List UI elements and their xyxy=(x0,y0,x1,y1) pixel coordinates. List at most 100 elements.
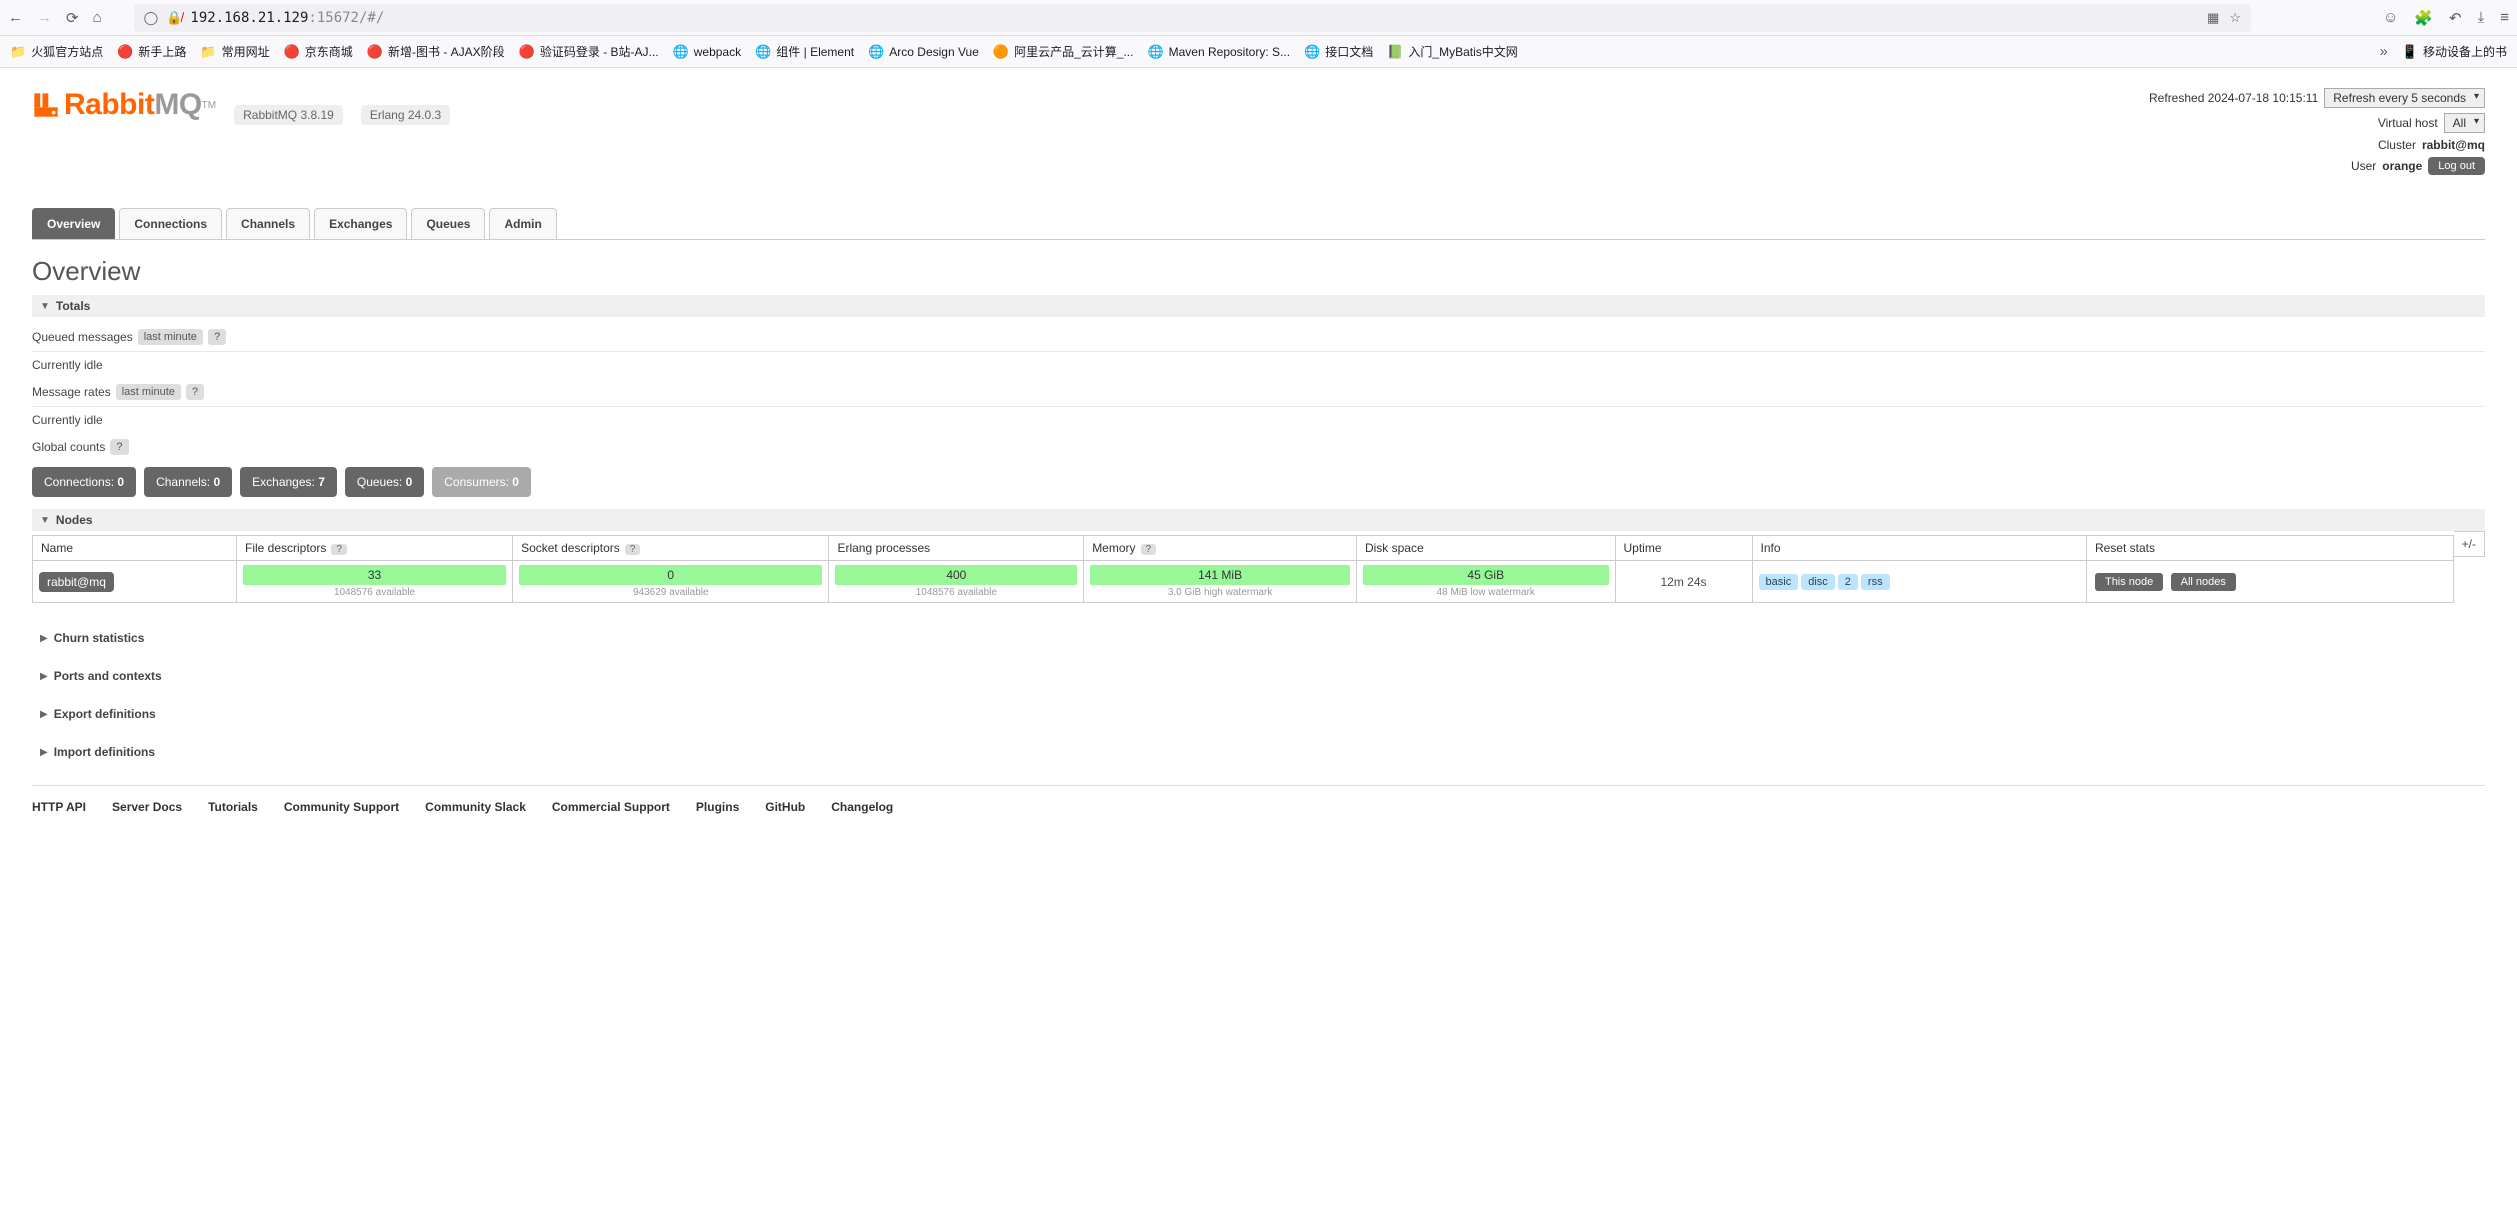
footer-link-github[interactable]: GitHub xyxy=(765,800,805,814)
reload-icon[interactable]: ⟳ xyxy=(66,9,79,27)
global-help-icon[interactable]: ? xyxy=(110,439,128,455)
bookmark-overflow-icon[interactable]: » xyxy=(2379,43,2387,60)
footer-link-server-docs[interactable]: Server Docs xyxy=(112,800,182,814)
bookmark-icon: 🔴 xyxy=(519,44,535,60)
bookmark-item[interactable]: 🌐Arco Design Vue xyxy=(868,44,979,60)
info-tag: 2 xyxy=(1838,574,1858,590)
th-ep[interactable]: Erlang processes xyxy=(829,536,1084,561)
th-fd[interactable]: File descriptors? xyxy=(237,536,513,561)
th-info[interactable]: Info xyxy=(1752,536,2086,561)
count-badge-consumers[interactable]: Consumers: 0 xyxy=(432,467,531,497)
footer-link-community-slack[interactable]: Community Slack xyxy=(425,800,526,814)
tab-admin[interactable]: Admin xyxy=(489,208,556,239)
plus-minus-toggle[interactable]: +/- xyxy=(2454,531,2485,557)
tab-queues[interactable]: Queues xyxy=(411,208,485,239)
forward-icon: → xyxy=(37,9,52,26)
node-name[interactable]: rabbit@mq xyxy=(39,572,114,592)
caret-down-icon: ▼ xyxy=(40,515,50,526)
churn-section-header[interactable]: ▶ Churn statistics xyxy=(32,627,2485,649)
home-icon[interactable]: ⌂ xyxy=(93,9,102,26)
refreshed-text: Refreshed 2024-07-18 10:15:11 xyxy=(2149,91,2318,105)
bookmark-icon: 🌐 xyxy=(755,44,771,60)
footer-link-plugins[interactable]: Plugins xyxy=(696,800,739,814)
tab-overview[interactable]: Overview xyxy=(32,208,115,239)
th-uptime[interactable]: Uptime xyxy=(1615,536,1752,561)
th-disk[interactable]: Disk space xyxy=(1356,536,1615,561)
back-icon[interactable]: ← xyxy=(8,9,23,26)
fd-help-icon[interactable]: ? xyxy=(331,544,347,555)
qr-icon[interactable]: ▦ xyxy=(2207,10,2219,26)
footer-link-changelog[interactable]: Changelog xyxy=(831,800,893,814)
queued-range-pill[interactable]: last minute xyxy=(138,329,203,345)
disk-bar: 45 GiB xyxy=(1363,565,1609,585)
bookmark-item[interactable]: 📁常用网址 xyxy=(200,43,269,60)
account-icon[interactable]: ☺ xyxy=(2383,9,2398,26)
reset-all-nodes-button[interactable]: All nodes xyxy=(2171,573,2236,591)
count-badge-exchanges[interactable]: Exchanges: 7 xyxy=(240,467,337,497)
th-reset[interactable]: Reset stats xyxy=(2086,536,2453,561)
menu-icon[interactable]: ≡ xyxy=(2500,9,2509,26)
export-section-header[interactable]: ▶ Export definitions xyxy=(32,703,2485,725)
rates-help-icon[interactable]: ? xyxy=(186,384,204,400)
nodes-table-wrapper: Name File descriptors? Socket descriptor… xyxy=(32,531,2485,603)
ep-bar: 400 xyxy=(835,565,1077,585)
bookmark-item[interactable]: 🌐Maven Repository: S... xyxy=(1147,44,1290,60)
sd-help-icon[interactable]: ? xyxy=(625,544,641,555)
bookmark-item[interactable]: 🔴新手上路 xyxy=(117,43,186,60)
tab-exchanges[interactable]: Exchanges xyxy=(314,208,407,239)
bookmark-item[interactable]: 🌐组件 | Element xyxy=(755,43,854,60)
churn-title: Churn statistics xyxy=(54,631,145,645)
reset-this-node-button[interactable]: This node xyxy=(2095,573,2163,591)
mobile-bookmark[interactable]: 📱 移动设备上的书 xyxy=(2402,43,2507,60)
bookmark-icon: 📁 xyxy=(200,44,216,60)
count-badge-channels[interactable]: Channels: 0 xyxy=(144,467,232,497)
mem-help-icon[interactable]: ? xyxy=(1141,544,1157,555)
footer-link-http-api[interactable]: HTTP API xyxy=(32,800,86,814)
bookmark-item[interactable]: 🔴京东商城 xyxy=(284,43,353,60)
import-title: Import definitions xyxy=(54,745,155,759)
th-name[interactable]: Name xyxy=(33,536,237,561)
refresh-interval-select[interactable]: Refresh every 5 seconds xyxy=(2324,88,2485,108)
caret-right-icon: ▶ xyxy=(40,709,48,720)
star-icon[interactable]: ☆ xyxy=(2229,10,2241,26)
ports-section-header[interactable]: ▶ Ports and contexts xyxy=(32,665,2485,687)
footer-link-commercial-support[interactable]: Commercial Support xyxy=(552,800,670,814)
sd-bar: 0 xyxy=(519,565,822,585)
count-badge-queues[interactable]: Queues: 0 xyxy=(345,467,424,497)
header-right: Refreshed 2024-07-18 10:15:11 Refresh ev… xyxy=(2149,88,2485,180)
virtual-host-select[interactable]: All xyxy=(2444,113,2485,133)
bookmark-icon: 🔴 xyxy=(284,44,300,60)
caret-right-icon: ▶ xyxy=(40,633,48,644)
bookmark-item[interactable]: 📗入门_MyBatis中文网 xyxy=(1387,43,1518,60)
nav-buttons: ← → ⟳ ⌂ xyxy=(8,9,102,27)
count-badge-connections[interactable]: Connections: 0 xyxy=(32,467,136,497)
totals-title: Totals xyxy=(56,299,90,313)
th-mem[interactable]: Memory? xyxy=(1084,536,1357,561)
mobile-bookmark-label: 移动设备上的书 xyxy=(2423,43,2507,60)
nodes-section-header[interactable]: ▼ Nodes xyxy=(32,509,2485,531)
download-icon[interactable]: ⤓ xyxy=(2478,9,2485,26)
extension-icon[interactable]: 🧩 xyxy=(2414,9,2433,27)
totals-section-header[interactable]: ▼ Totals xyxy=(32,295,2485,317)
bookmark-item[interactable]: 🌐接口文档 xyxy=(1304,43,1373,60)
bookmark-item[interactable]: 🔴验证码登录 - B站-AJ... xyxy=(519,43,659,60)
bookmark-icon: 🌐 xyxy=(1304,44,1320,60)
footer-link-tutorials[interactable]: Tutorials xyxy=(208,800,258,814)
logout-button[interactable]: Log out xyxy=(2428,157,2485,175)
tab-channels[interactable]: Channels xyxy=(226,208,310,239)
address-bar[interactable]: ◯ 🔒̸ 192.168.21.129:15672/#/ ▦ ☆ xyxy=(134,4,2251,32)
bookmark-item[interactable]: 📁火狐官方站点 xyxy=(10,43,103,60)
bookmark-item[interactable]: 🌐webpack xyxy=(673,44,742,60)
import-section-header[interactable]: ▶ Import definitions xyxy=(32,741,2485,763)
bookmark-item[interactable]: 🔴新增-图书 - AJAX阶段 xyxy=(367,43,505,60)
bookmark-item[interactable]: 🟠阿里云产品_云计算_... xyxy=(993,43,1134,60)
footer-link-community-support[interactable]: Community Support xyxy=(284,800,399,814)
bookmark-icon: 🔴 xyxy=(117,44,133,60)
tab-connections[interactable]: Connections xyxy=(119,208,222,239)
rates-range-pill[interactable]: last minute xyxy=(116,384,181,400)
th-sd[interactable]: Socket descriptors? xyxy=(513,536,829,561)
cluster-value: rabbit@mq xyxy=(2422,138,2485,152)
undo-icon[interactable]: ↶ xyxy=(2449,9,2462,27)
message-rates-label: Message rates xyxy=(32,385,111,399)
queued-help-icon[interactable]: ? xyxy=(208,329,226,345)
